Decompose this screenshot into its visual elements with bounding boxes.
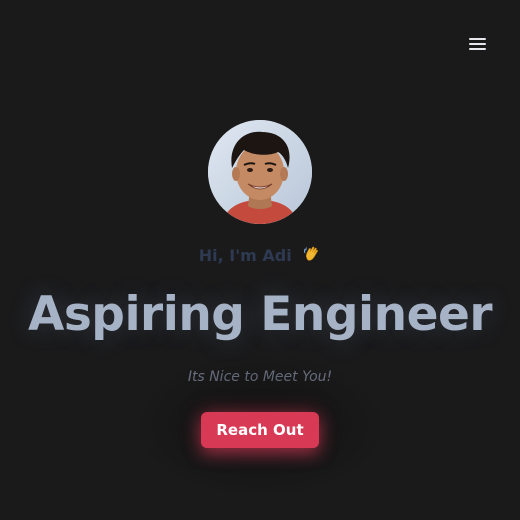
greeting-line: Hi, I'm Adi — [0, 245, 520, 267]
reach-out-button[interactable]: Reach Out — [201, 412, 319, 448]
avatar — [208, 120, 312, 224]
menu-icon-line — [469, 43, 486, 45]
headline: Aspiring Engineer — [27, 287, 493, 342]
greeting-text: Hi, I'm Adi — [198, 246, 292, 265]
menu-button[interactable] — [468, 37, 488, 51]
avatar-photo — [208, 120, 312, 224]
menu-icon-line — [469, 38, 486, 40]
waving-hand-icon — [303, 245, 321, 267]
menu-icon-line — [469, 48, 486, 50]
